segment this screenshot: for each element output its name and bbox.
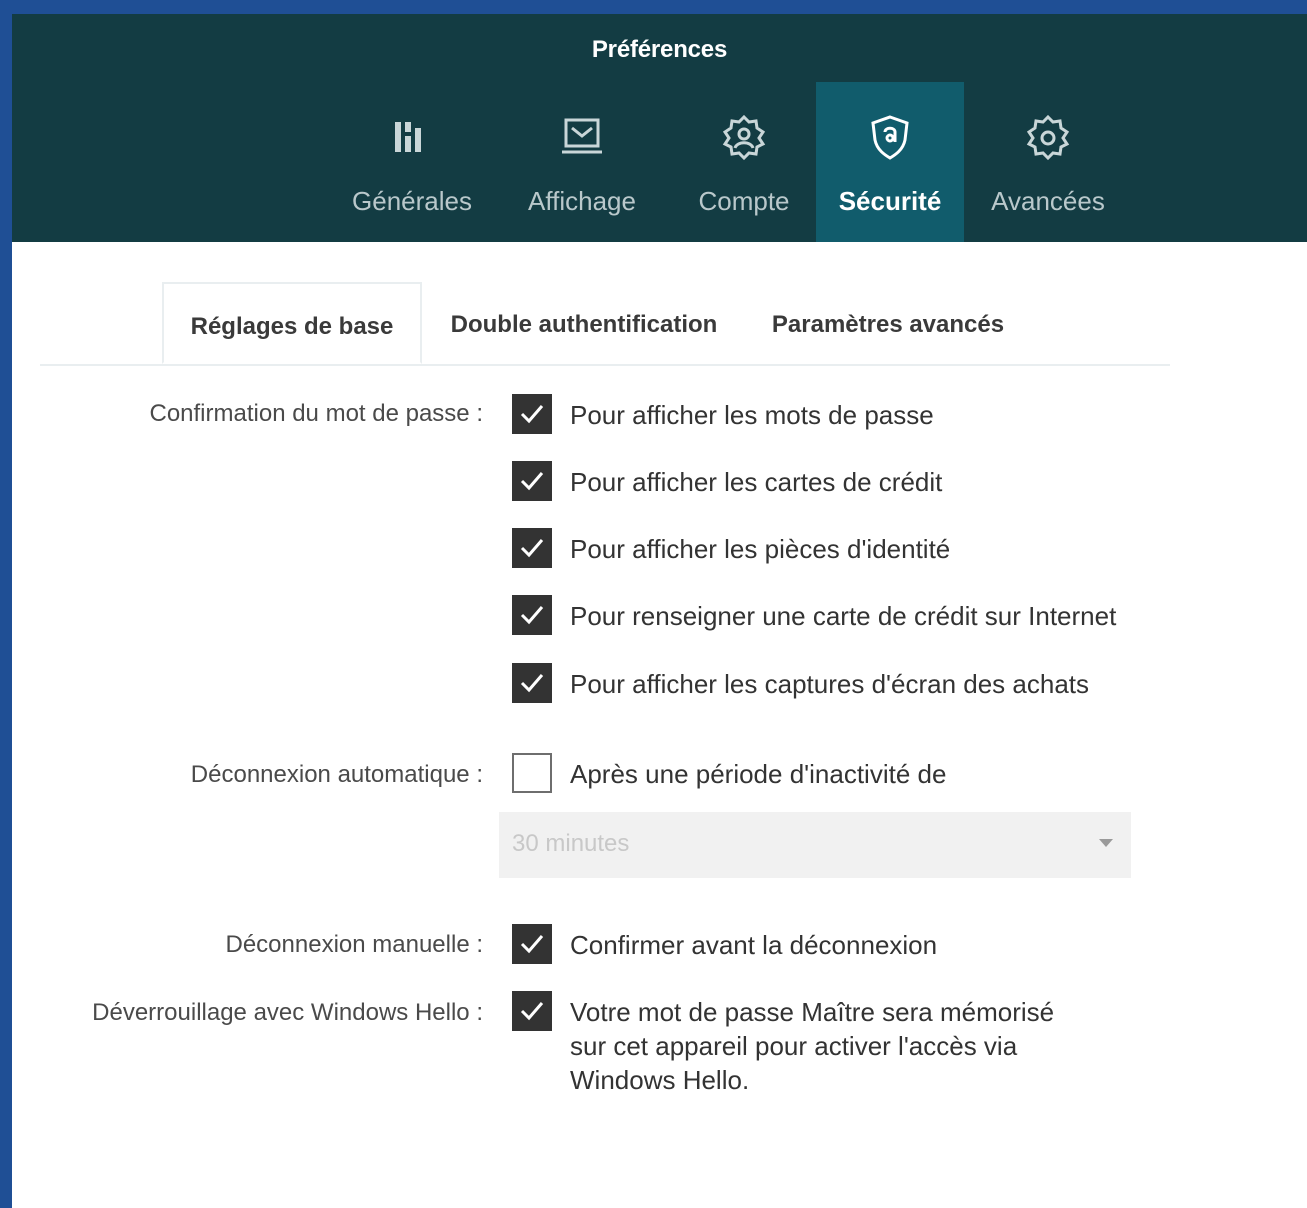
tab-reglages-de-base[interactable]: Réglages de base: [162, 282, 422, 364]
nav-item-generales[interactable]: Générales: [342, 82, 482, 242]
nav-label: Avancées: [991, 186, 1105, 216]
display-icon: [557, 112, 607, 162]
nav-label: Générales: [352, 186, 472, 216]
nav-item-compte[interactable]: Compte: [674, 82, 814, 242]
password-confirmation-label: Confirmation du mot de passe :: [149, 400, 483, 427]
account-gear-icon: [719, 112, 769, 162]
inactivity-duration-select[interactable]: 30 minutes: [499, 812, 1131, 878]
manual-logout-label: Déconnexion manuelle :: [225, 931, 484, 958]
advanced-gear-icon: [1023, 112, 1073, 162]
option-auto-logout-text: Après une période d'inactivité de: [570, 759, 947, 789]
checkmark-icon: [520, 1002, 544, 1021]
checkbox-fill-credit-card[interactable]: [512, 595, 552, 635]
checkmark-icon: [520, 606, 544, 625]
nav-label: Affichage: [528, 186, 636, 216]
auto-logout-label: Déconnexion automatique :: [190, 761, 483, 788]
option-show-passwords-text: Pour afficher les mots de passe: [570, 400, 934, 430]
tab-double-authentification[interactable]: Double authentification: [434, 282, 734, 364]
nav-item-affichage[interactable]: Affichage: [512, 82, 652, 242]
checkbox-show-credit-cards[interactable]: [512, 461, 552, 501]
checkbox-auto-logout[interactable]: [512, 753, 552, 793]
checkmark-icon: [520, 935, 544, 954]
chevron-down-icon: [1099, 839, 1113, 847]
option-show-purchase-screenshots-text: Pour afficher les captures d'écran des a…: [570, 669, 1089, 699]
checkbox-show-id-documents[interactable]: [512, 528, 552, 568]
option-show-credit-cards-text: Pour afficher les cartes de crédit: [570, 467, 943, 497]
select-value: 30 minutes: [512, 830, 630, 857]
window-title: Préférences: [591, 36, 728, 63]
general-icon: [387, 112, 437, 162]
windows-hello-text-line3: Windows Hello.: [570, 1065, 750, 1095]
nav-label: Compte: [698, 186, 790, 216]
subtabs: Réglages de base Double authentification…: [40, 282, 1170, 366]
header-bar: Préférences Générales Affichage Compte S…: [12, 14, 1307, 242]
checkbox-windows-hello[interactable]: [512, 991, 552, 1031]
windows-hello-text-line2: sur cet appareil pour activer l'accès vi…: [570, 1031, 1018, 1061]
checkbox-show-passwords[interactable]: [512, 394, 552, 434]
security-shield-icon: [865, 112, 915, 162]
nav-label: Sécurité: [838, 186, 942, 216]
checkbox-confirm-logout[interactable]: [512, 924, 552, 964]
option-show-id-documents-text: Pour afficher les pièces d'identité: [570, 534, 951, 564]
tab-parametres-avances[interactable]: Paramètres avancés: [758, 282, 1018, 364]
checkmark-icon: [520, 472, 544, 491]
checkmark-icon: [520, 405, 544, 424]
nav-item-securite[interactable]: Sécurité: [816, 82, 964, 242]
checkmark-icon: [520, 674, 544, 693]
windows-hello-text-line1: Votre mot de passe Maître sera mémorisé: [570, 997, 1055, 1027]
nav-item-avancees[interactable]: Avancées: [978, 82, 1118, 242]
option-confirm-logout-text: Confirmer avant la déconnexion: [570, 930, 938, 960]
checkmark-icon: [520, 539, 544, 558]
option-fill-credit-card-text: Pour renseigner une carte de crédit sur …: [570, 601, 1117, 631]
preferences-window: Préférences Générales Affichage Compte S…: [12, 14, 1307, 1208]
checkbox-show-purchase-screenshots[interactable]: [512, 663, 552, 703]
windows-hello-label: Déverrouillage avec Windows Hello :: [92, 999, 483, 1026]
